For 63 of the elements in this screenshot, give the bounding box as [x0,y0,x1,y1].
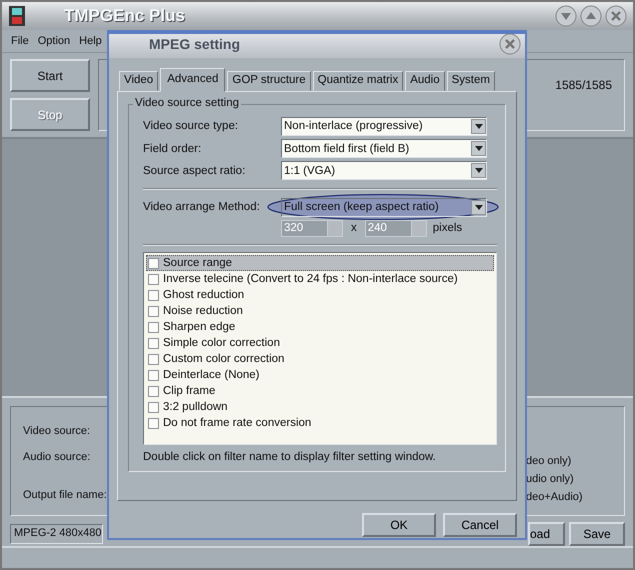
control-button[interactable]: Start [10,59,90,92]
checkbox[interactable] [148,354,159,365]
filter-item[interactable]: Ghost reduction [146,287,494,304]
checkbox[interactable] [148,322,159,333]
tab[interactable]: Video [119,71,158,91]
hint-text: Double click on filter name to display filter setting window. [143,450,437,463]
menu-item[interactable]: File [8,35,32,47]
field-label: Video arrange Method: [143,201,261,214]
dropdown[interactable]: Bottom field first (field B) [281,139,487,158]
film-icon [8,5,28,27]
progress-text: 1585/1585 [555,78,612,92]
tab[interactable]: GOP structure [227,71,311,91]
checkbox[interactable] [148,386,159,397]
checkbox[interactable] [148,274,159,285]
checkbox[interactable] [148,370,159,381]
filter-item[interactable]: Clip frame [146,383,494,400]
filter-item[interactable]: Deinterlace (None) [146,367,494,384]
filter-item[interactable]: 3:2 pulldown [146,399,494,416]
filter-item[interactable]: Sharpen edge [146,319,494,336]
dropdown[interactable]: Non-interlace (progressive) [281,116,487,136]
group-title: Video source setting [133,97,241,109]
filter-item[interactable]: Noise reduction [146,303,494,320]
tab[interactable]: Audio [405,71,445,91]
checkbox[interactable] [148,402,159,413]
times-label: x [351,222,357,234]
filter-item[interactable]: Do not frame rate conversion [146,415,494,432]
unit-label: pixels [432,222,462,234]
field-label: Video source type: [143,120,240,132]
filter-item[interactable]: Custom color correction [146,351,494,368]
dropdown[interactable]: 1:1 (VGA) [281,161,487,180]
close-icon[interactable] [499,33,521,55]
format-field[interactable]: MPEG-2 480x480 [10,524,103,544]
dialog-button[interactable]: OK [362,513,436,537]
filter-item[interactable]: Source range [146,255,494,272]
filter-item[interactable]: Simple color correction [146,335,494,352]
option-label[interactable]: udio only) [526,473,618,491]
window-title: TMPGEnc Plus [64,6,185,26]
dropdown[interactable]: Full screen (keep aspect ratio) [281,198,487,217]
source-label: Audio source: [23,451,92,465]
option-label[interactable]: deo+Audio) [526,491,618,509]
panel-button[interactable]: oad [528,522,565,546]
source-label: Video source: [23,425,92,439]
source-label: Output file name: [23,489,107,503]
tab[interactable]: System [446,71,495,91]
field-label: Field order: [143,142,202,155]
checkbox[interactable] [148,306,159,317]
tab[interactable]: Quantize matrix [312,71,404,91]
menu-item[interactable]: Option [34,35,74,47]
menu-item[interactable]: Help [76,35,105,47]
panel-button[interactable]: Save [569,522,625,546]
checkbox[interactable] [148,338,159,349]
tab[interactable]: Advanced [160,68,226,92]
checkbox[interactable] [148,290,159,301]
field-label: Source aspect ratio: [143,164,246,177]
minimize-icon[interactable] [555,5,577,27]
close-icon[interactable] [605,5,627,27]
option-label[interactable]: deo only) [526,455,618,473]
maximize-icon[interactable] [580,5,602,27]
checkbox[interactable] [148,418,159,429]
dialog-button[interactable]: Cancel [443,513,517,537]
filter-item[interactable]: Inverse telecine (Convert to 24 fps : Non-interlace source) [146,271,494,288]
checkbox[interactable] [148,258,159,269]
dialog-title: MPEG setting [149,36,240,52]
